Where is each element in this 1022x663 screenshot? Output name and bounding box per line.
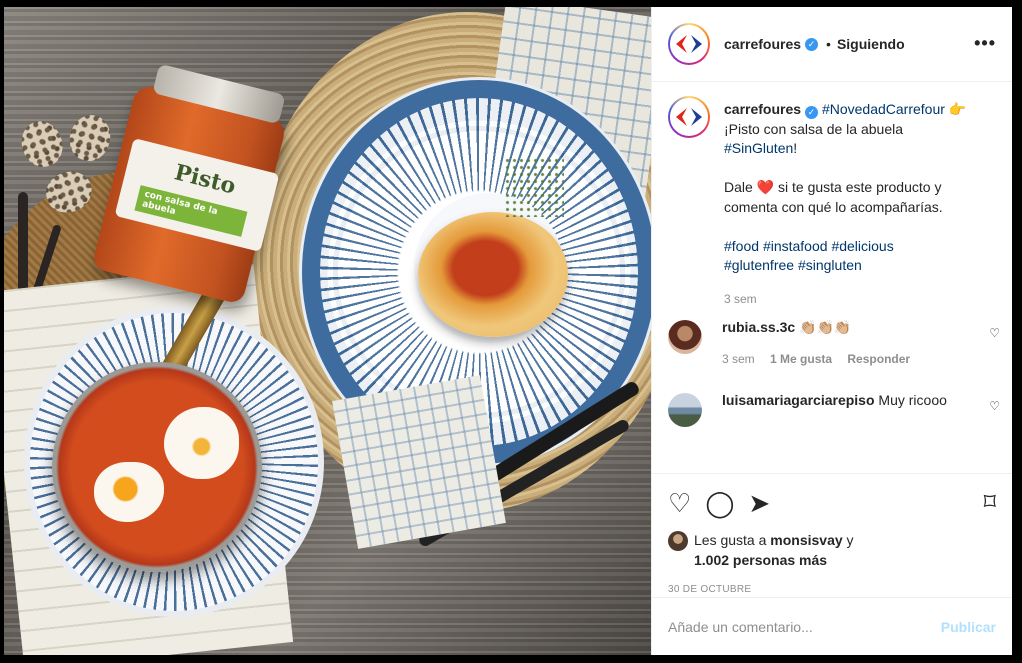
comment-item: luisamariagarciarepiso Muy ricooo ♡ bbox=[652, 391, 1012, 427]
likes-prefix: Les gusta a bbox=[694, 532, 767, 548]
caption-text: carrefoures ✓ #NovedadCarrefour 👉 ¡Pisto … bbox=[724, 100, 994, 314]
comment-body: rubia.ss.3c 👏🏼👏🏼👏🏼 3 sem 1 Me gusta Resp… bbox=[722, 318, 972, 369]
post-photo[interactable]: Pisto con salsa de la abuela bbox=[4, 7, 651, 655]
publish-button[interactable]: Publicar bbox=[941, 619, 996, 635]
hashtag-link[interactable]: #NovedadCarrefour bbox=[822, 101, 945, 117]
save-icon[interactable]: ⌑ bbox=[984, 491, 996, 515]
verified-badge-icon: ✓ bbox=[805, 106, 819, 119]
post-date[interactable]: 30 DE OCTUBRE bbox=[668, 584, 996, 595]
stuffed-pastry bbox=[418, 212, 568, 337]
comment-like-icon[interactable]: ♡ bbox=[989, 399, 1000, 413]
following-button[interactable]: Siguiendo bbox=[837, 36, 905, 52]
comment-text: 👏🏼👏🏼👏🏼 bbox=[799, 319, 852, 335]
author-avatar[interactable] bbox=[668, 23, 710, 65]
commenter-username[interactable]: luisamariagarciarepiso bbox=[722, 392, 875, 408]
post-modal: Pisto con salsa de la abuela carrefoures… bbox=[4, 7, 1012, 655]
jar-label-title: Pisto bbox=[171, 159, 239, 200]
carrefour-logo-icon bbox=[676, 34, 702, 54]
post-caption: carrefoures ✓ #NovedadCarrefour 👉 ¡Pisto … bbox=[652, 82, 1012, 314]
more-options-icon[interactable]: ••• bbox=[974, 33, 996, 54]
add-comment-bar: Publicar bbox=[652, 597, 1012, 655]
verified-badge-icon: ✓ bbox=[805, 37, 819, 51]
hashtag-link[interactable]: #SinGluten bbox=[724, 140, 793, 156]
comment-likes[interactable]: 1 Me gusta bbox=[770, 352, 832, 366]
likes-and: y bbox=[846, 532, 854, 548]
comment-body: luisamariagarciarepiso Muy ricooo bbox=[722, 391, 972, 427]
comment-timestamp[interactable]: 3 sem bbox=[722, 352, 755, 366]
post-actions: ♡ ◯ ➤ ⌑ Les gusta a monsisvay y 1.002 pe… bbox=[652, 473, 1012, 595]
caption-excl: ! bbox=[793, 140, 798, 156]
caption-timestamp[interactable]: 3 sem bbox=[724, 290, 994, 310]
comment-item: rubia.ss.3c 👏🏼👏🏼👏🏼 3 sem 1 Me gusta Resp… bbox=[652, 318, 1012, 369]
fried-egg bbox=[164, 407, 239, 479]
comment-meta: 3 sem 1 Me gusta Responder bbox=[722, 350, 972, 370]
comment-text: Muy ricooo bbox=[878, 392, 947, 408]
heart-emoji: ❤️ bbox=[756, 179, 775, 195]
caption-line1: ¡Pisto con salsa de la abuela bbox=[724, 120, 903, 137]
like-icon[interactable]: ♡ bbox=[668, 490, 691, 516]
hashtag-link[interactable]: #delicious bbox=[831, 238, 893, 254]
liker-username[interactable]: monsisvay bbox=[770, 532, 842, 548]
share-icon[interactable]: ➤ bbox=[748, 490, 770, 516]
caption-username[interactable]: carrefoures bbox=[724, 101, 801, 117]
checked-napkin bbox=[332, 375, 506, 549]
pointing-emoji: 👉 bbox=[948, 101, 967, 117]
comment-like-icon[interactable]: ♡ bbox=[989, 326, 1000, 340]
commenter-avatar[interactable] bbox=[668, 320, 702, 354]
likes-summary: Les gusta a monsisvay y 1.002 personas m… bbox=[668, 530, 996, 570]
author-username[interactable]: carrefoures bbox=[724, 36, 801, 52]
follow-separator: • bbox=[826, 36, 831, 52]
hashtag-link[interactable]: #food bbox=[724, 238, 759, 254]
reply-button[interactable]: Responder bbox=[847, 352, 910, 366]
liker-avatar[interactable] bbox=[668, 531, 688, 551]
hashtag-link[interactable]: #instafood bbox=[763, 238, 828, 254]
post-header: carrefoures ✓ • Siguiendo ••• bbox=[652, 7, 1012, 82]
post-sidebar: carrefoures ✓ • Siguiendo ••• carrefoure… bbox=[651, 7, 1012, 655]
hashtag-link[interactable]: #glutenfree bbox=[724, 257, 794, 273]
caption-dale: Dale bbox=[724, 179, 753, 195]
commenter-avatar[interactable] bbox=[668, 393, 702, 427]
action-icons: ♡ ◯ ➤ ⌑ bbox=[668, 486, 996, 520]
comment-icon[interactable]: ◯ bbox=[705, 490, 734, 516]
likes-count[interactable]: 1.002 personas más bbox=[694, 552, 827, 568]
hashtag-link[interactable]: #singluten bbox=[798, 257, 862, 273]
carrefour-logo-icon bbox=[676, 107, 702, 127]
commenter-username[interactable]: rubia.ss.3c bbox=[722, 319, 795, 335]
caption-avatar[interactable] bbox=[668, 96, 710, 138]
comment-input[interactable] bbox=[668, 618, 941, 635]
chive-garnish bbox=[504, 157, 564, 217]
